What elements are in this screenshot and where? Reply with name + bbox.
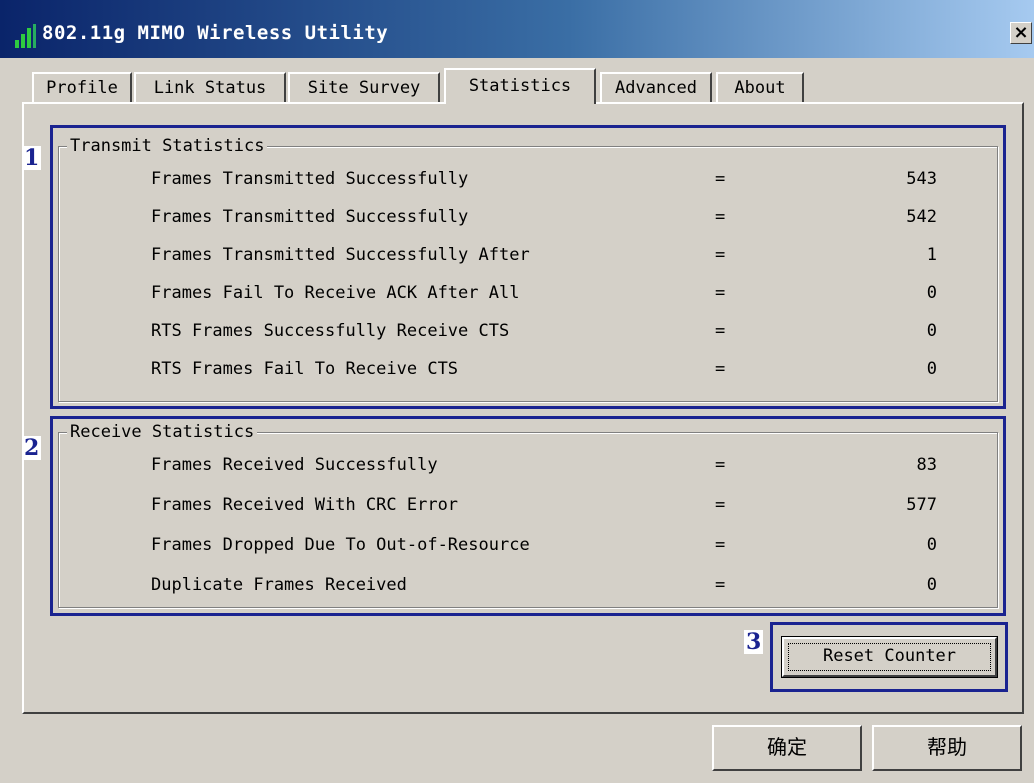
stat-label: Frames Transmitted Successfully [151,169,469,189]
stat-equals: = [715,535,726,555]
tab-advanced[interactable]: Advanced [600,72,712,102]
stat-row: RTS Frames Successfully Receive CTS = 0 [59,321,997,345]
stat-label: Frames Dropped Due To Out-of-Resource [151,535,530,555]
stat-row: RTS Frames Fail To Receive CTS = 0 [59,359,997,383]
close-button[interactable]: × [1010,22,1032,44]
stat-row: Frames Received With CRC Error = 577 [59,495,997,519]
stat-value: 0 [926,575,937,595]
title-bar: 802.11g MIMO Wireless Utility × [0,0,1034,58]
focus-rectangle [788,643,991,671]
stat-equals: = [715,455,726,475]
tab-link-status[interactable]: Link Status [134,72,286,102]
stat-equals: = [715,245,726,265]
stat-row: Frames Fail To Receive ACK After All = 0 [59,283,997,307]
stat-equals: = [715,359,726,379]
stat-value: 577 [906,495,937,515]
stat-equals: = [715,495,726,515]
stat-label: Frames Received With CRC Error [151,495,459,515]
transmit-statistics-title: Transmit Statistics [67,135,268,157]
stat-equals: = [715,321,726,341]
tab-profile[interactable]: Profile [32,72,132,102]
stat-label: RTS Frames Successfully Receive CTS [151,321,510,341]
stat-row: Frames Transmitted Successfully = 543 [59,169,997,193]
stat-equals: = [715,207,726,227]
help-button[interactable]: 帮助 [872,725,1022,771]
receive-statistics-title: Receive Statistics [67,421,258,443]
stat-equals: = [715,283,726,303]
stat-row: Frames Dropped Due To Out-of-Resource = … [59,535,997,559]
stat-row: Frames Transmitted Successfully = 542 [59,207,997,231]
stat-row: Frames Transmitted Successfully After = … [59,245,997,269]
stat-value: 0 [926,535,937,555]
stat-row: Frames Received Successfully = 83 [59,455,997,479]
tab-statistics[interactable]: Statistics [444,68,596,104]
stat-label: Frames Transmitted Successfully [151,207,469,227]
close-icon: × [1013,22,1029,43]
stat-value: 0 [926,359,937,379]
stat-value: 83 [916,455,937,475]
tab-about[interactable]: About [716,72,804,102]
stat-equals: = [715,169,726,189]
stat-label: RTS Frames Fail To Receive CTS [151,359,459,379]
stat-value: 542 [906,207,937,227]
reset-counter-button[interactable]: Reset Counter [781,636,998,678]
ok-label: 确定 [767,735,807,759]
stat-equals: = [715,575,726,595]
stat-value: 0 [926,321,937,341]
annotation-marker-2: 2 [22,435,42,461]
transmit-statistics-group: Transmit Statistics Frames Transmitted S… [58,135,998,402]
stat-value: 543 [906,169,937,189]
stat-label: Frames Transmitted Successfully After [151,245,530,265]
stat-label: Duplicate Frames Received [151,575,407,595]
receive-statistics-group: Receive Statistics Frames Received Succe… [58,421,998,608]
help-label: 帮助 [927,735,967,759]
stat-label: Frames Fail To Receive ACK After All [151,283,520,303]
stat-row: Duplicate Frames Received = 0 [59,575,997,599]
tab-site-survey[interactable]: Site Survey [288,72,440,102]
annotation-marker-3: 3 [744,629,764,655]
annotation-marker-1: 1 [22,145,42,171]
stat-label: Frames Received Successfully [151,455,438,475]
stat-value: 1 [926,245,937,265]
window-title: 802.11g MIMO Wireless Utility [42,22,389,44]
ok-button[interactable]: 确定 [712,725,862,771]
stat-value: 0 [926,283,937,303]
signal-strength-icon [15,24,36,48]
